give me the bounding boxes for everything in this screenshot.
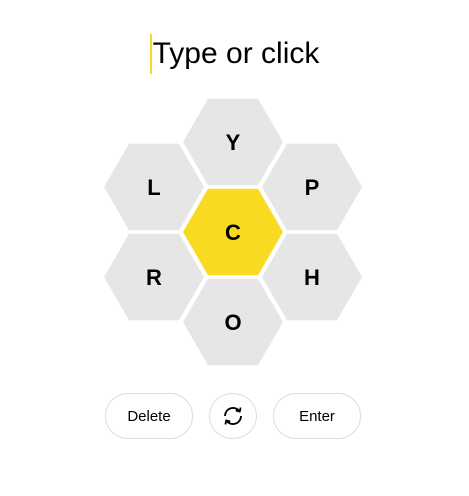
delete-button[interactable]: Delete [105,393,193,439]
hive-cell-outer[interactable]: R [104,233,204,321]
hive-cell-center[interactable]: C [183,188,283,276]
shuffle-icon [224,407,242,425]
hive-cell-center-shape[interactable] [183,188,283,276]
shuffle-button[interactable] [209,393,257,439]
hive-cell-outer[interactable]: O [183,278,283,366]
hive-cell-outer-shape[interactable] [262,143,362,231]
hive-cell-outer-shape[interactable] [183,278,283,366]
hive-cell-outer-shape[interactable] [183,98,283,186]
hive-cell-outer[interactable]: L [104,143,204,231]
hive-cell-outer-shape[interactable] [262,233,362,321]
hive-cell-outer-shape[interactable] [104,233,204,321]
controls: Delete Enter [0,393,469,441]
hive-cell-outer[interactable]: P [262,143,362,231]
hive-cell-outer[interactable]: H [262,233,362,321]
spelling-bee-board: Type or click YPHORLC Delete Enter [0,0,469,496]
hive-cell-outer[interactable]: Y [183,98,283,186]
hive-cell-outer-shape[interactable] [104,143,204,231]
enter-button[interactable]: Enter [273,393,361,439]
